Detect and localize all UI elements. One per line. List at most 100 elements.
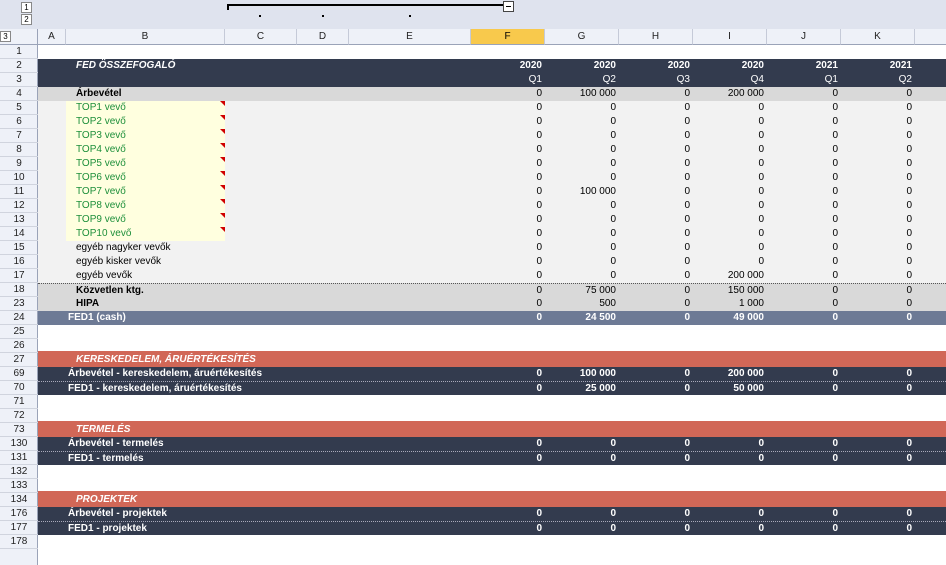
row-header[interactable]: 69 xyxy=(0,367,38,381)
value-cell[interactable]: 0 xyxy=(841,143,915,157)
value-cell[interactable]: 25 000 xyxy=(545,382,619,396)
section-title[interactable]: TERMELÉS xyxy=(66,421,466,437)
value-cell[interactable]: 0 xyxy=(471,311,545,325)
value-cell[interactable]: 0 xyxy=(767,367,841,381)
value-cell[interactable]: 0 xyxy=(619,382,693,396)
value-cell[interactable]: 0 xyxy=(619,255,693,269)
value-cell[interactable]: 0 xyxy=(619,522,693,536)
value-cell[interactable]: 0 xyxy=(545,522,619,536)
value-cell[interactable]: 0 xyxy=(841,129,915,143)
row-header[interactable]: 72 xyxy=(0,409,38,423)
value-cell[interactable]: 0 xyxy=(841,101,915,115)
column-header-d[interactable]: D xyxy=(297,29,349,45)
value-cell[interactable]: 0 xyxy=(471,241,545,255)
value-cell[interactable]: 0 xyxy=(471,227,545,241)
row-header[interactable]: 9 xyxy=(0,157,38,171)
value-cell[interactable]: 0 xyxy=(767,255,841,269)
other-customer-label[interactable]: egyéb kisker vevők xyxy=(66,255,266,269)
revenue-label[interactable]: Árbevétel xyxy=(66,87,221,101)
value-cell[interactable]: 0 xyxy=(619,437,693,451)
top-customer-label[interactable]: TOP7 vevő xyxy=(66,185,225,199)
value-cell[interactable]: 0 xyxy=(767,185,841,199)
row-header[interactable]: 24 xyxy=(0,311,38,325)
value-cell[interactable]: 100 000 xyxy=(545,185,619,199)
value-cell[interactable]: 2021 xyxy=(841,59,915,73)
value-cell[interactable]: 0 xyxy=(619,101,693,115)
value-cell[interactable]: 0 xyxy=(619,185,693,199)
value-cell[interactable]: 0 xyxy=(841,199,915,213)
value-cell[interactable]: 0 xyxy=(693,171,767,185)
other-customer-label[interactable]: egyéb vevők xyxy=(66,269,266,283)
value-cell[interactable]: 0 xyxy=(471,269,545,283)
value-cell[interactable]: 0 xyxy=(693,129,767,143)
value-cell[interactable]: 0 xyxy=(767,269,841,283)
value-cell[interactable]: 0 xyxy=(767,241,841,255)
row-header[interactable]: 7 xyxy=(0,129,38,143)
value-cell[interactable]: 150 000 xyxy=(693,284,767,298)
value-cell[interactable]: 0 xyxy=(471,507,545,521)
value-cell[interactable]: 0 xyxy=(693,213,767,227)
row-header[interactable]: 133 xyxy=(0,479,38,493)
value-cell[interactable]: 0 xyxy=(841,382,915,396)
value-cell[interactable]: 24 500 xyxy=(545,311,619,325)
row-header[interactable]: 2 xyxy=(0,59,38,73)
value-cell[interactable]: 0 xyxy=(545,157,619,171)
top-customer-label[interactable]: TOP4 vevő xyxy=(66,143,225,157)
value-cell[interactable]: 0 xyxy=(619,452,693,466)
value-cell[interactable]: 0 xyxy=(693,437,767,451)
value-cell[interactable]: 0 xyxy=(619,269,693,283)
value-cell[interactable]: 0 xyxy=(841,115,915,129)
top-customer-label[interactable]: TOP3 vevő xyxy=(66,129,225,143)
row-header[interactable]: 4 xyxy=(0,87,38,101)
row-header[interactable]: 3 xyxy=(0,73,38,87)
value-cell[interactable]: 0 xyxy=(619,227,693,241)
top-customer-label[interactable]: TOP6 vevő xyxy=(66,171,225,185)
value-cell[interactable]: 200 000 xyxy=(693,87,767,101)
row-header[interactable]: 13 xyxy=(0,213,38,227)
value-cell[interactable]: 0 xyxy=(619,143,693,157)
value-cell[interactable]: 0 xyxy=(767,522,841,536)
top-customer-label[interactable]: TOP10 vevő xyxy=(66,227,225,241)
value-cell[interactable]: 0 xyxy=(767,213,841,227)
value-cell[interactable]: 0 xyxy=(693,522,767,536)
row-header[interactable]: 18 xyxy=(0,283,38,297)
value-cell[interactable]: 200 000 xyxy=(693,367,767,381)
value-cell[interactable]: 0 xyxy=(545,213,619,227)
value-cell[interactable]: Q2 xyxy=(545,73,619,87)
value-cell[interactable]: 0 xyxy=(767,199,841,213)
section-line-label[interactable]: Árbevétel - kereskedelem, áruértékesítés xyxy=(66,367,396,381)
value-cell[interactable]: 0 xyxy=(471,87,545,101)
fed1-cash-label[interactable]: FED1 (cash) xyxy=(66,311,221,325)
value-cell[interactable]: 0 xyxy=(841,452,915,466)
select-all-corner[interactable] xyxy=(0,29,38,45)
value-cell[interactable]: 0 xyxy=(545,199,619,213)
value-cell[interactable]: 0 xyxy=(841,241,915,255)
value-cell[interactable]: 0 xyxy=(767,157,841,171)
value-cell[interactable]: 0 xyxy=(545,437,619,451)
value-cell[interactable]: 0 xyxy=(619,213,693,227)
column-header-a[interactable]: A xyxy=(38,29,66,45)
value-cell[interactable]: 0 xyxy=(841,255,915,269)
value-cell[interactable]: 2020 xyxy=(471,59,545,73)
value-cell[interactable]: Q1 xyxy=(471,73,545,87)
row-header[interactable]: 25 xyxy=(0,325,38,339)
value-cell[interactable]: 0 xyxy=(471,284,545,298)
value-cell[interactable]: 0 xyxy=(767,284,841,298)
row-header[interactable]: 178 xyxy=(0,535,38,549)
value-cell[interactable]: 0 xyxy=(471,199,545,213)
value-cell[interactable]: 0 xyxy=(841,311,915,325)
value-cell[interactable]: 0 xyxy=(693,199,767,213)
row-header[interactable]: 10 xyxy=(0,171,38,185)
value-cell[interactable]: 49 000 xyxy=(693,311,767,325)
value-cell[interactable]: 0 xyxy=(841,185,915,199)
value-cell[interactable]: 0 xyxy=(841,213,915,227)
value-cell[interactable]: 500 xyxy=(545,297,619,311)
value-cell[interactable]: 100 000 xyxy=(545,367,619,381)
value-cell[interactable]: 0 xyxy=(841,227,915,241)
value-cell[interactable]: 0 xyxy=(471,185,545,199)
value-cell[interactable]: 0 xyxy=(545,255,619,269)
value-cell[interactable]: 0 xyxy=(619,241,693,255)
value-cell[interactable]: 0 xyxy=(471,171,545,185)
row-header[interactable]: 12 xyxy=(0,199,38,213)
direct-costs-label[interactable]: Közvetlen ktg. xyxy=(66,284,221,298)
